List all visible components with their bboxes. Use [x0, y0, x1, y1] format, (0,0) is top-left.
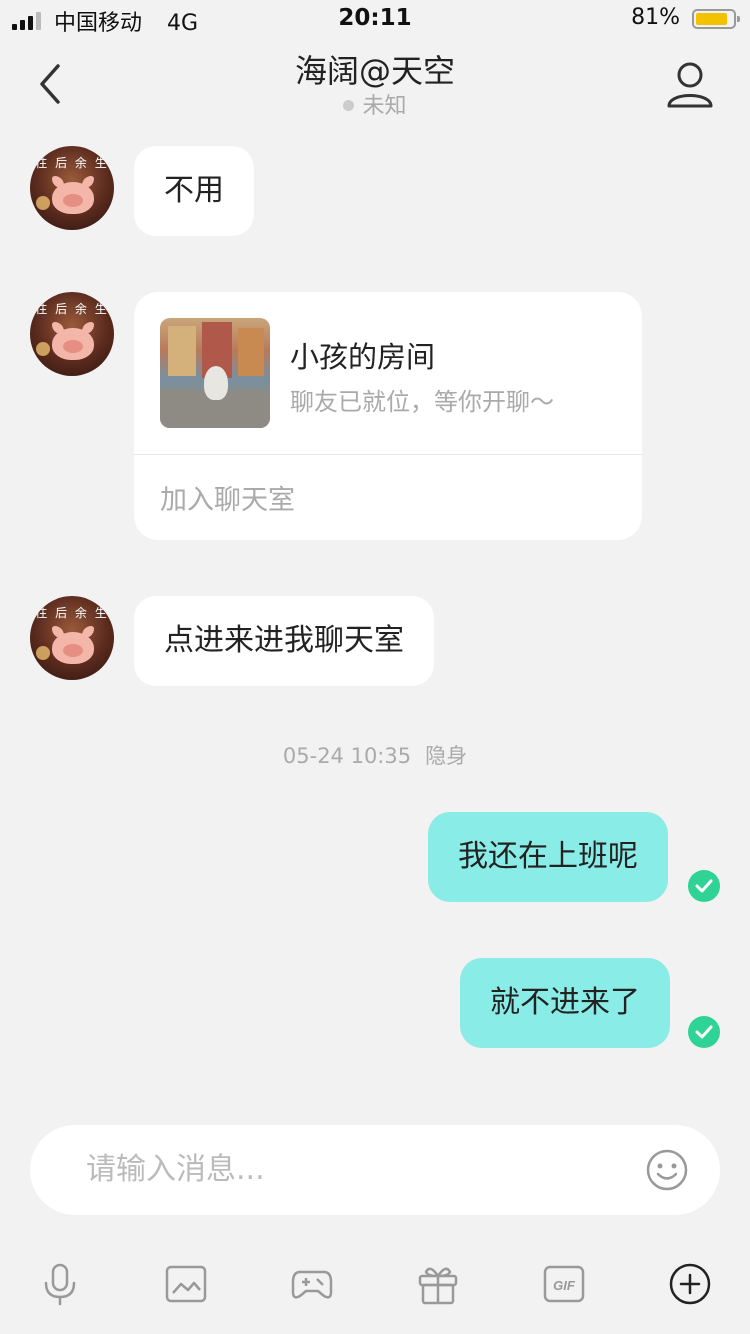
image-icon — [165, 1265, 207, 1303]
game-button[interactable] — [290, 1262, 334, 1306]
user-icon — [667, 62, 713, 108]
battery-percent: 81% — [631, 5, 680, 30]
message-bubble-incoming[interactable]: 点进来进我聊天室 — [134, 596, 434, 686]
microphone-icon — [44, 1263, 76, 1306]
timestamp-state: 隐身 — [425, 744, 468, 768]
status-dot-icon — [343, 99, 355, 111]
voice-button[interactable] — [38, 1262, 82, 1306]
profile-button[interactable] — [664, 60, 716, 110]
chatroom-invite-card[interactable]: 小孩的房间 聊友已就位，等你开聊～ 加入聊天室 — [134, 292, 642, 540]
message-timestamp: 05-24 10:35 隐身 — [0, 740, 750, 770]
read-check-icon — [688, 1016, 720, 1048]
image-button[interactable] — [164, 1262, 208, 1306]
avatar[interactable]: 往 后 余 生 — [30, 596, 114, 680]
chatroom-title: 小孩的房间 — [290, 340, 436, 374]
gift-button[interactable] — [416, 1262, 460, 1306]
join-chatroom-link[interactable]: 加入聊天室 — [160, 478, 295, 517]
message-input[interactable]: 请输入消息... — [30, 1125, 720, 1215]
input-placeholder: 请输入消息... — [86, 1152, 265, 1187]
plus-icon — [669, 1263, 711, 1305]
avatar-caption: 往 后 余 生 — [35, 156, 109, 170]
more-button[interactable] — [668, 1262, 712, 1306]
avatar[interactable]: 往 后 余 生 — [30, 146, 114, 230]
online-status: 未知 — [0, 88, 750, 120]
gif-icon: GIF — [543, 1265, 585, 1303]
battery-icon — [692, 9, 740, 29]
message-bubble-outgoing[interactable]: 我还在上班呢 — [428, 812, 668, 902]
message-bubble-incoming[interactable]: 不用 — [134, 146, 254, 236]
avatar[interactable]: 往 后 余 生 — [30, 292, 114, 376]
chatroom-description: 聊友已就位，等你开聊～ — [290, 388, 554, 416]
gamepad-icon — [291, 1270, 333, 1299]
gift-icon — [418, 1267, 458, 1305]
gif-button[interactable]: GIF — [542, 1262, 586, 1306]
chatroom-thumbnail — [160, 318, 270, 428]
status-bar: 中国移动 4G 20:11 81% — [0, 0, 750, 40]
timestamp-text: 05-24 10:35 — [282, 744, 412, 768]
message-bubble-outgoing[interactable]: 就不进来了 — [460, 958, 670, 1048]
status-text: 未知 — [362, 94, 407, 119]
gif-label: GIF — [553, 1278, 576, 1293]
avatar-caption: 往 后 余 生 — [35, 302, 109, 316]
emoji-button[interactable] — [646, 1149, 688, 1191]
card-divider — [134, 454, 642, 455]
page-title: 海阔@天空 — [294, 52, 455, 90]
read-check-icon — [688, 870, 720, 902]
avatar-caption: 往 后 余 生 — [35, 606, 109, 620]
smiley-icon — [646, 1149, 688, 1191]
